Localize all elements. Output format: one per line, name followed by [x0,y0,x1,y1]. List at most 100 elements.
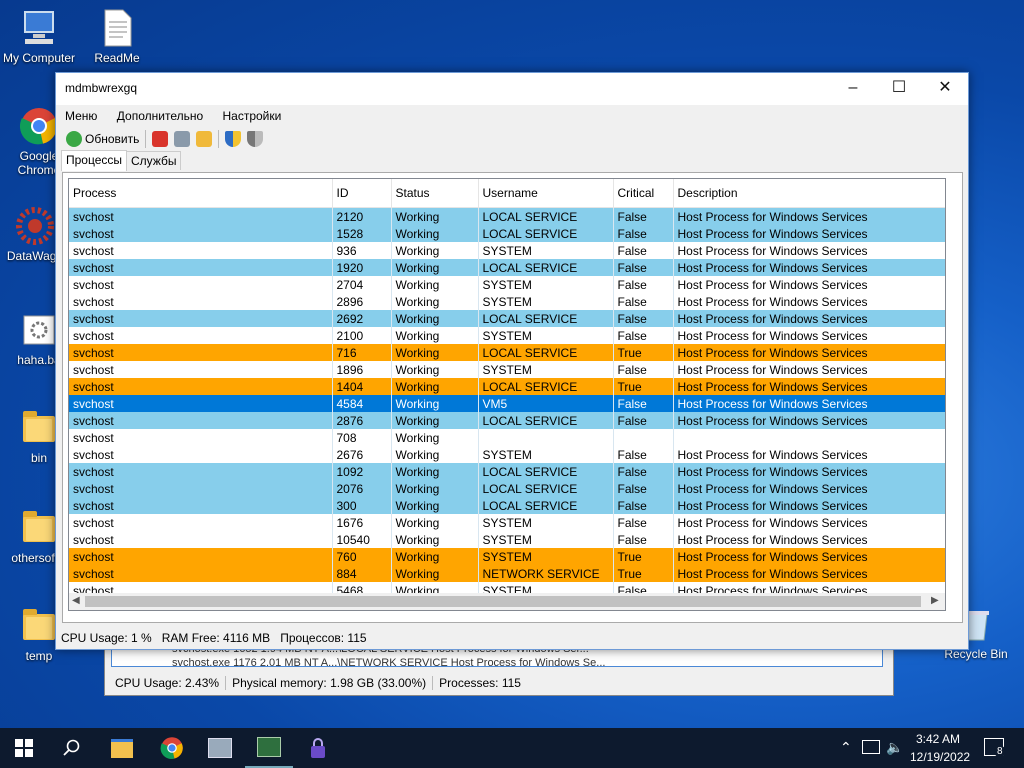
cell-id: 716 [332,344,392,361]
table-row[interactable]: svchost 716 Working LOCAL SERVICE True Host P… [69,344,945,361]
close-button[interactable]: ✕ [922,73,968,103]
column-header-critical[interactable]: Critical [613,179,674,208]
shield-gray-button[interactable] [247,131,264,147]
folder-button[interactable] [196,131,213,147]
table-row[interactable]: svchost 4584 Working VM5 False Host Process f… [69,395,945,412]
column-header-username[interactable]: Username [478,179,614,208]
horizontal-scrollbar[interactable]: ◀ ▶ [68,593,946,611]
shield-button[interactable] [225,131,242,147]
clock-date[interactable]: 12/19/2022 [910,750,970,764]
cell-id: 10540 [332,531,392,548]
title-bar[interactable]: mdmbwrexgq – ☐ ✕ [56,73,968,105]
trash-button[interactable] [174,131,191,147]
kill-process-button[interactable] [152,131,169,147]
table-row[interactable]: svchost 2100 Working SYSTEM False Host Proces… [69,327,945,344]
cell-description: Host Process for Windows Services [673,463,945,480]
menu-item-advanced[interactable]: Дополнительно [110,105,210,127]
table-row[interactable]: svchost 2120 Working LOCAL SERVICE False Host… [69,207,945,225]
table-row[interactable]: svchost 300 Working LOCAL SERVICE False Host … [69,497,945,514]
menu-bar: Меню Дополнительно Настройки [56,105,968,127]
table-row[interactable]: svchost 936 Working SYSTEM False Host Process… [69,242,945,259]
scroll-right-arrow[interactable]: ▶ [931,595,939,606]
cell-process: svchost [69,242,333,259]
status-bar: CPU Usage: 1 % RAM Free: 4116 MB Процессов… [56,628,968,649]
table-row[interactable]: svchost 10540 Working SYSTEM False Host Proce… [69,531,945,548]
table-row[interactable]: svchost 1404 Working LOCAL SERVICE True Host … [69,378,945,395]
window-title: mdmbwrexgq [65,81,138,95]
windows-logo-icon [15,739,33,757]
table-row[interactable]: svchost 1092 Working LOCAL SERVICE False Host… [69,463,945,480]
minimize-button[interactable]: – [830,73,876,103]
cell-id: 2704 [332,276,392,293]
clock-time[interactable]: 3:42 AM [916,732,960,746]
scroll-left-arrow[interactable]: ◀ [72,595,80,606]
cell-process: svchost [69,361,333,378]
list-item[interactable]: svchost.exe 1176 2.01 MB NT A...\NETWORK… [112,656,882,666]
cell-description: Host Process for Windows Services [673,344,945,361]
document-icon [97,8,137,48]
cell-status: Working [391,514,479,531]
cell-critical: False [613,480,674,497]
table-row[interactable]: svchost 2896 Working SYSTEM False Host Proces… [69,293,945,310]
desktop-icon-readme[interactable]: ReadMe [78,8,156,65]
table-row[interactable]: svchost 2692 Working LOCAL SERVICE False Host… [69,310,945,327]
search-button[interactable] [48,728,96,768]
cell-status: Working [391,480,479,497]
tab-processes[interactable]: Процессы [61,150,128,171]
table-row[interactable]: svchost 1920 Working LOCAL SERVICE False Host… [69,259,945,276]
tray-chevron-up-icon[interactable]: ⌃ [840,739,852,756]
cell-description: Host Process for Windows Services [673,293,945,310]
table-row[interactable]: svchost 1896 Working SYSTEM False Host Proces… [69,361,945,378]
taskbar-app-monitor[interactable] [196,728,244,768]
table-row[interactable]: svchost 2876 Working LOCAL SERVICE False Host… [69,412,945,429]
cell-status: Working [391,446,479,463]
taskbar-chrome[interactable] [148,728,196,768]
cell-status: Working [391,361,479,378]
volume-icon[interactable]: 🔈 [886,739,903,756]
menu-item-menu[interactable]: Меню [58,105,104,127]
table-row[interactable]: svchost 2704 Working SYSTEM False Host Proces… [69,276,945,293]
cell-username: LOCAL SERVICE [478,378,614,395]
column-header-description[interactable]: Description [673,179,945,208]
menu-item-settings[interactable]: Настройки [216,105,289,127]
cell-status: Working [391,242,479,259]
table-row[interactable]: svchost 708 Working [69,429,945,446]
taskbar-app-task-manager[interactable] [245,728,293,768]
table-row[interactable]: svchost 2676 Working SYSTEM False Host Proces… [69,446,945,463]
tab-services[interactable]: Службы [126,151,182,170]
cell-username: SYSTEM [478,446,614,463]
cell-id: 2876 [332,412,392,429]
column-header-id[interactable]: ID [332,179,392,208]
cell-description: Host Process for Windows Services [673,207,945,225]
cell-username [478,429,614,446]
column-header-status[interactable]: Status [391,179,479,208]
column-header-process[interactable]: Process [69,179,333,208]
maximize-button[interactable]: ☐ [876,73,922,103]
table-row[interactable]: svchost 2076 Working LOCAL SERVICE False Host… [69,480,945,497]
cell-process: svchost [69,497,333,514]
desktop-icon-my-computer[interactable]: My Computer [0,8,78,65]
network-icon[interactable] [862,740,880,754]
refresh-button[interactable]: Обновить [66,131,139,147]
start-button[interactable] [0,728,48,768]
cell-critical: False [613,463,674,480]
horizontal-scroll-thumb[interactable] [85,596,921,607]
search-icon [63,739,80,756]
cell-id: 2692 [332,310,392,327]
taskbar-app-lock[interactable] [294,728,342,768]
table-row[interactable]: svchost 1528 Working LOCAL SERVICE False Host… [69,225,945,242]
cell-id: 2120 [332,207,392,225]
table-row[interactable]: svchost 1676 Working SYSTEM False Host Proces… [69,514,945,531]
table-row[interactable]: svchost 760 Working SYSTEM True Host Process … [69,548,945,565]
cell-username: LOCAL SERVICE [478,497,614,514]
cell-id: 1920 [332,259,392,276]
taskbar-file-explorer[interactable] [98,728,146,768]
cell-status: Working [391,548,479,565]
table-row[interactable]: svchost 884 Working NETWORK SERVICE True Host… [69,565,945,582]
cell-status: Working [391,225,479,242]
shield-icon [225,131,242,147]
process-grid[interactable]: Process ID Status Username Critical Desc… [68,178,946,595]
cell-description: Host Process for Windows Services [673,565,945,582]
cell-status: Working [391,310,479,327]
process-manager-window[interactable]: mdmbwrexgq – ☐ ✕ Меню Дополнительно Наст… [55,72,969,650]
